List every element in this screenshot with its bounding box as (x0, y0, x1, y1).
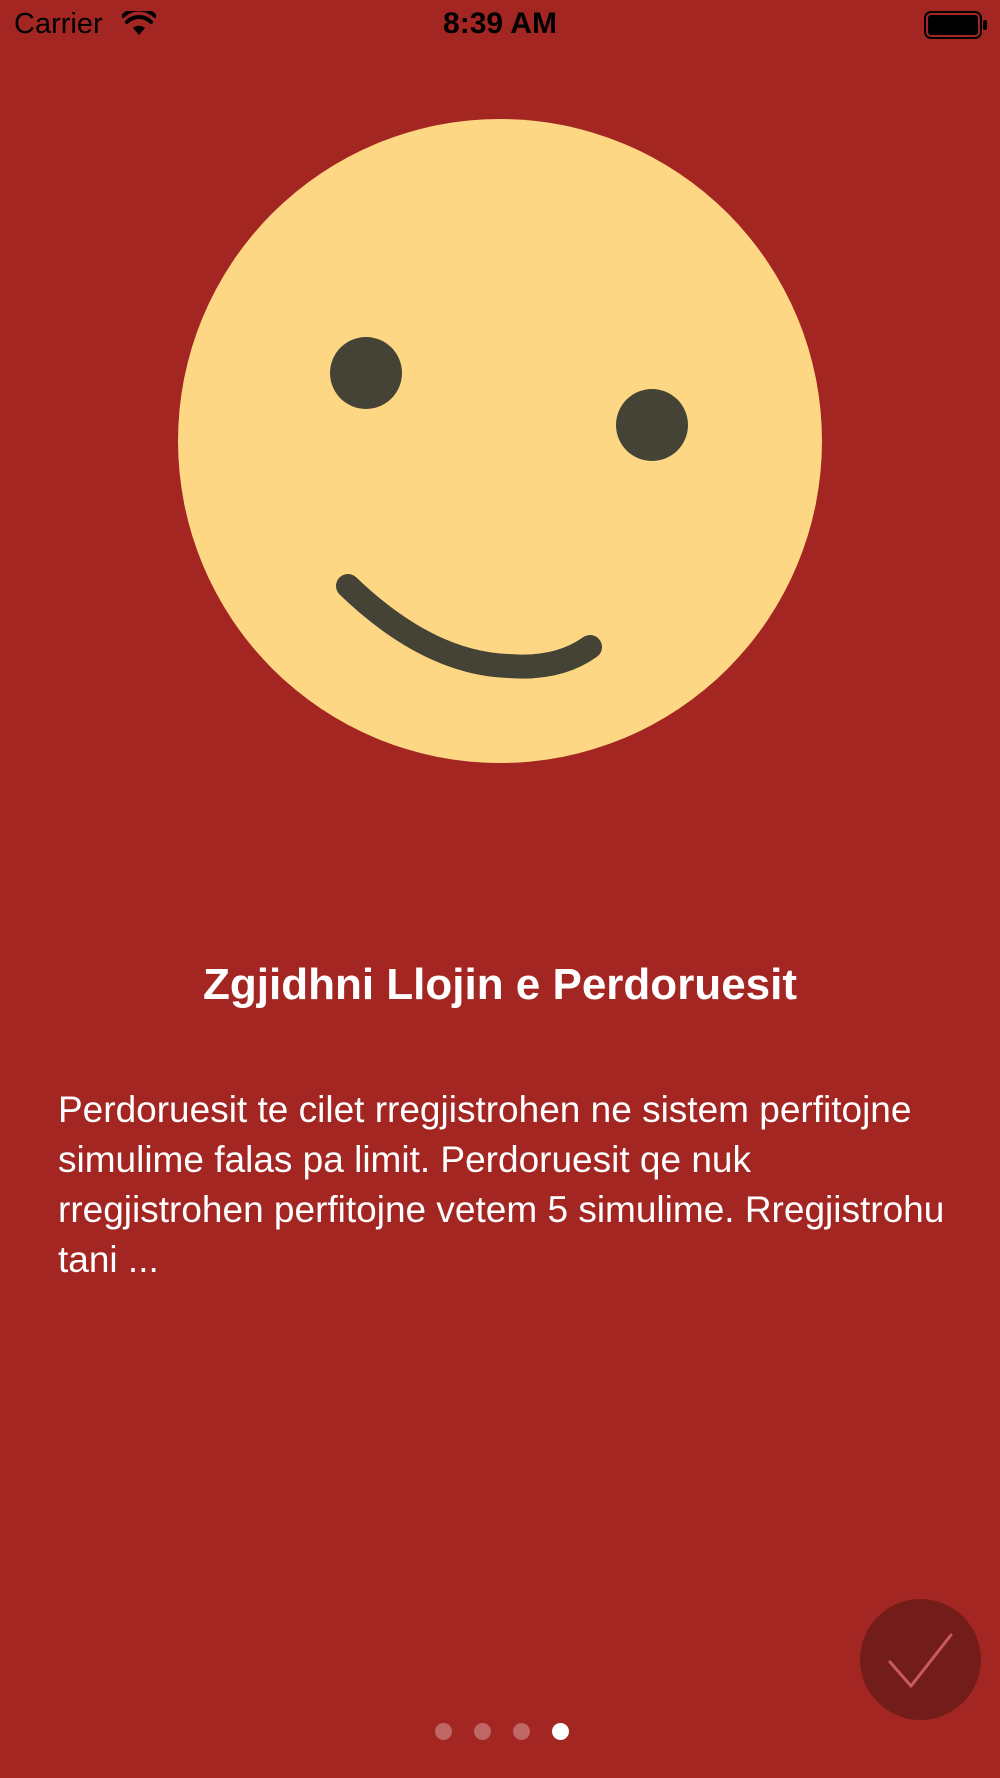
page-dot-1[interactable] (435, 1723, 452, 1740)
done-button[interactable] (860, 1599, 981, 1720)
page-dot-4-active[interactable] (552, 1723, 569, 1740)
left-eye (330, 337, 402, 409)
right-eye (616, 389, 688, 461)
checkmark-icon (888, 1633, 953, 1688)
page-description: Perdoruesit te cilet rregjistrohen ne si… (58, 1089, 945, 1280)
status-time: 8:39 AM (443, 7, 557, 40)
smiley-face-illustration (178, 119, 822, 763)
page-title: Zgjidhni Llojin e Perdoruesit (202, 960, 798, 1009)
battery-icon (924, 11, 987, 39)
status-bar: Carrier 8:39 AM (0, 0, 1000, 50)
page-dot-3[interactable] (513, 1723, 530, 1740)
page-indicator[interactable] (0, 1723, 1000, 1743)
page-dot-2[interactable] (474, 1723, 491, 1740)
